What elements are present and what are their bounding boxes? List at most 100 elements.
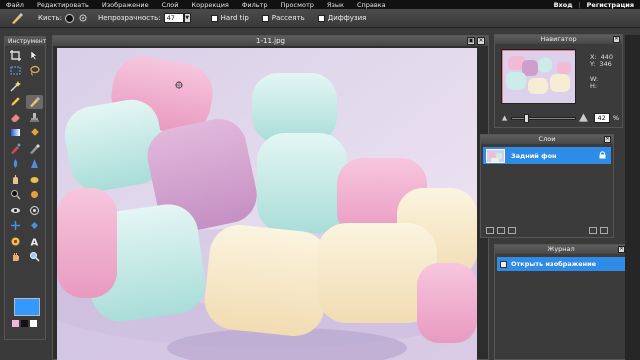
swap-colors[interactable]: [12, 320, 42, 332]
menu-image[interactable]: Изображение: [102, 1, 149, 9]
marshmallow-photo: [57, 48, 477, 360]
primary-color-swatch[interactable]: [14, 298, 40, 316]
eraser-icon[interactable]: [7, 110, 24, 124]
zoom-in-icon[interactable]: [578, 113, 588, 123]
hand-icon[interactable]: [7, 250, 24, 264]
zoom-icon[interactable]: [7, 188, 24, 202]
color-replace-icon[interactable]: [7, 141, 24, 155]
current-tool-brush-icon[interactable]: [8, 11, 26, 25]
hard-tip-label: Hard tip: [220, 14, 249, 22]
bloat-icon[interactable]: [26, 203, 43, 217]
svg-text:A: A: [31, 237, 39, 247]
menu-view[interactable]: Просмотр: [281, 1, 314, 9]
red-eye-icon[interactable]: [7, 234, 24, 248]
paint-icon[interactable]: [26, 141, 43, 155]
pencil-icon[interactable]: [7, 95, 24, 109]
menu-language[interactable]: Язык: [327, 1, 344, 9]
app-window: Файл Редактировать Изображение Слой Корр…: [0, 0, 640, 360]
layer-row-background[interactable]: Задний фон: [483, 147, 611, 164]
layers-panel: Слои ✕ Задний фон: [480, 134, 614, 238]
drop-icon[interactable]: [7, 157, 24, 171]
burn-icon[interactable]: [26, 188, 43, 202]
magnifier-icon[interactable]: [26, 250, 43, 264]
new-folder-button[interactable]: [508, 227, 516, 234]
layer-style-button[interactable]: [486, 227, 494, 234]
new-layer-button[interactable]: [589, 227, 597, 234]
navigator-close-button[interactable]: ✕: [613, 35, 620, 43]
y-label: Y:: [590, 60, 596, 68]
navigator-coordinates: X: 440 Y: 346 W: H:: [590, 54, 613, 90]
scatter-label: Рассеять: [271, 14, 305, 22]
gradient-icon[interactable]: [7, 126, 24, 140]
zoom-slider-knob[interactable]: [523, 113, 529, 123]
scatter-checkbox[interactable]: [261, 14, 269, 22]
navigator-thumbnail[interactable]: [501, 49, 576, 104]
menu-edit[interactable]: Редактировать: [37, 1, 89, 9]
auth-links: Вход | Регистрация: [554, 0, 634, 9]
layers-close-button[interactable]: ✕: [604, 135, 611, 143]
menu-adjustment[interactable]: Коррекция: [192, 1, 229, 9]
layers-toolbar: [483, 226, 611, 235]
sharpen-icon[interactable]: [26, 157, 43, 171]
zoom-out-icon[interactable]: [501, 114, 508, 122]
layer-mask-button[interactable]: [497, 227, 505, 234]
crop-icon[interactable]: [7, 48, 24, 62]
image-window: 1-11.jpg ▣ ✕: [52, 35, 489, 360]
diffusion-label: Диффузия: [327, 14, 367, 22]
text-icon[interactable]: A: [26, 234, 43, 248]
default-colors-swatch[interactable]: [21, 320, 28, 327]
brush-label: Кисть:: [38, 14, 62, 22]
move-icon[interactable]: [26, 48, 43, 62]
image-filename: 1-11.jpg: [256, 37, 285, 45]
lock-icon[interactable]: [599, 151, 606, 159]
smudge-icon[interactable]: [7, 172, 24, 186]
eye-icon[interactable]: [7, 203, 24, 217]
image-window-titlebar[interactable]: 1-11.jpg ▣ ✕: [53, 36, 488, 46]
history-title: Журнал: [547, 245, 575, 253]
secondary-swatch[interactable]: [12, 320, 19, 327]
marquee-icon[interactable]: [7, 64, 24, 78]
brush-icon[interactable]: [26, 94, 43, 109]
menu-help[interactable]: Справка: [357, 1, 386, 9]
fill-bucket-icon[interactable]: [26, 126, 43, 140]
document-icon: [500, 260, 507, 268]
restore-button[interactable]: ▣: [467, 37, 475, 45]
navigator-titlebar[interactable]: Навигатор ✕: [495, 35, 622, 44]
zoom-input[interactable]: 42: [593, 113, 610, 123]
spot-icon[interactable]: [26, 219, 43, 233]
menu-layer[interactable]: Слой: [162, 1, 179, 9]
sponge-icon[interactable]: [26, 172, 43, 186]
navigator-title: Навигатор: [540, 35, 577, 43]
zoom-slider[interactable]: [511, 113, 576, 123]
history-item-open[interactable]: Открыть изображение: [497, 257, 625, 271]
menu-file[interactable]: Файл: [6, 1, 24, 9]
register-link[interactable]: Регистрация: [587, 1, 634, 9]
login-link[interactable]: Вход: [554, 1, 573, 9]
lasso-icon[interactable]: [26, 64, 43, 78]
white-swatch[interactable]: [30, 320, 37, 327]
history-titlebar[interactable]: Журнал ✕: [495, 245, 627, 254]
options-bar: Кисть: Непрозрачность: 47 ▼ Hard tip Рас…: [0, 9, 640, 28]
tools-panel: Инструмент A: [4, 36, 46, 340]
brush-preview[interactable]: [64, 13, 74, 23]
opacity-input[interactable]: 47: [163, 13, 184, 23]
hard-tip-checkbox[interactable]: [210, 14, 218, 22]
image-canvas[interactable]: [57, 48, 477, 360]
layers-titlebar[interactable]: Слои ✕: [481, 135, 613, 144]
delete-layer-button[interactable]: [600, 227, 608, 234]
opacity-dropdown[interactable]: ▼: [183, 13, 191, 23]
history-panel: Журнал ✕ Открыть изображение: [494, 244, 628, 360]
tools-title: Инструмент: [5, 37, 46, 46]
brush-shape-icon[interactable]: [78, 13, 88, 23]
right-edge-strip: [625, 35, 640, 360]
pinch-icon[interactable]: [7, 219, 24, 233]
menu-filter[interactable]: Фильтр: [242, 1, 268, 9]
y-value: 346: [599, 60, 612, 68]
diffusion-checkbox[interactable]: [317, 14, 325, 22]
close-button[interactable]: ✕: [477, 37, 485, 45]
clone-stamp-icon[interactable]: [26, 110, 43, 124]
history-close-button[interactable]: ✕: [618, 245, 625, 253]
layer-name: Задний фон: [511, 151, 557, 160]
opacity-label: Непрозрачность:: [97, 14, 161, 22]
wand-icon[interactable]: [7, 79, 24, 93]
